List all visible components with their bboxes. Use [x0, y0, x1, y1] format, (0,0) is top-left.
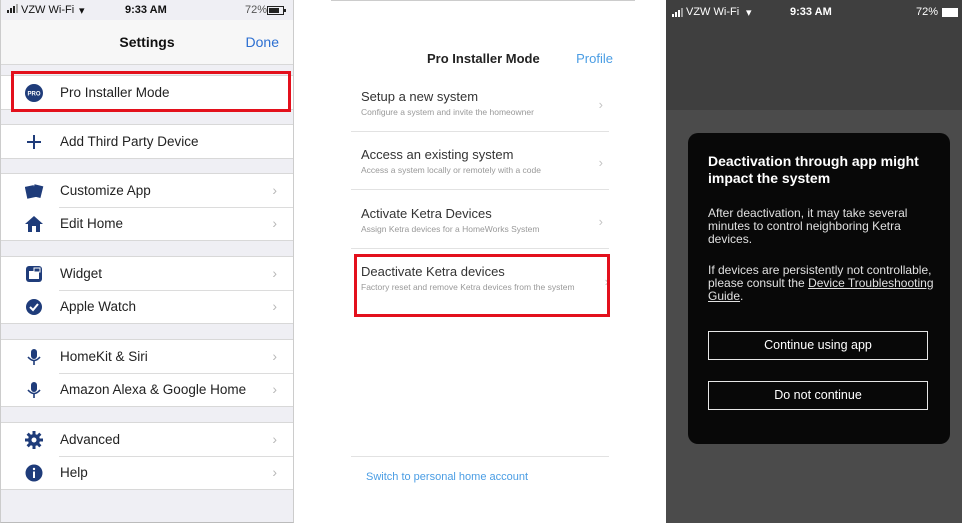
- watch-check-icon: [25, 298, 43, 316]
- pro-installer-screen: Pro Installer Mode Profile Setup a new s…: [331, 0, 635, 523]
- status-time: 9:33 AM: [125, 4, 167, 16]
- chevron-right-icon: ›: [272, 431, 277, 447]
- house-icon: [25, 215, 43, 233]
- carrier-label: VZW Wi-Fi: [686, 6, 740, 18]
- dialog-body-2-suffix: .: [740, 289, 744, 303]
- settings-item-homekit-siri[interactable]: HomeKit & Siri ›: [1, 340, 293, 373]
- group-voice: HomeKit & Siri › Amazon Alexa & Google H…: [1, 339, 293, 407]
- profile-link[interactable]: Profile: [576, 51, 613, 66]
- continue-using-app-button[interactable]: Continue using app: [708, 331, 928, 360]
- nav-bar: Settings Done: [1, 20, 293, 65]
- divider: [351, 131, 609, 132]
- wifi-icon: ▾: [79, 5, 85, 17]
- settings-item-widget[interactable]: Widget ›: [1, 257, 293, 290]
- option-access-system[interactable]: Access an existing system Access a syste…: [361, 147, 609, 176]
- microphone-icon: [25, 381, 43, 399]
- settings-item-label: Advanced: [60, 432, 121, 447]
- option-title: Activate Ketra Devices: [361, 206, 492, 221]
- group-advanced: Advanced › Help ›: [1, 422, 293, 490]
- cards-icon: [24, 182, 44, 200]
- option-subtitle: Access a system locally or remotely with…: [361, 165, 541, 175]
- switch-personal-account-link[interactable]: Switch to personal home account: [366, 471, 528, 483]
- warning-dialog: Deactivation through app might impact th…: [688, 133, 950, 444]
- option-setup-system[interactable]: Setup a new system Configure a system an…: [361, 89, 609, 118]
- done-button[interactable]: Done: [246, 34, 279, 50]
- battery-percent: 72%: [245, 4, 268, 16]
- info-icon: [25, 464, 43, 482]
- battery-icon: [942, 8, 960, 20]
- do-not-continue-button[interactable]: Do not continue: [708, 381, 928, 410]
- chevron-right-icon: ›: [598, 155, 603, 170]
- option-subtitle: Assign Ketra devices for a HomeWorks Sys…: [361, 224, 540, 234]
- highlight-box: [11, 71, 291, 112]
- signal-icon: [672, 8, 686, 20]
- settings-item-edit-home[interactable]: Edit Home ›: [1, 207, 293, 240]
- divider: [351, 248, 609, 249]
- battery-icon: [267, 6, 287, 18]
- chevron-right-icon: ›: [272, 215, 277, 231]
- status-time: 9:33 AM: [790, 6, 832, 18]
- chevron-right-icon: ›: [272, 298, 277, 314]
- settings-item-advanced[interactable]: Advanced ›: [1, 423, 293, 456]
- option-subtitle: Configure a system and invite the homeow…: [361, 107, 534, 117]
- option-title: Setup a new system: [361, 89, 479, 104]
- settings-item-apple-watch[interactable]: Apple Watch ›: [1, 290, 293, 323]
- carrier-label: VZW Wi-Fi: [21, 4, 75, 16]
- wifi-icon: ▾: [746, 7, 752, 19]
- settings-item-alexa-google[interactable]: Amazon Alexa & Google Home ›: [1, 373, 293, 406]
- settings-item-help[interactable]: Help ›: [1, 456, 293, 489]
- chevron-right-icon: ›: [272, 348, 277, 364]
- page-title: Pro Installer Mode: [427, 51, 540, 66]
- settings-item-label: Help: [60, 465, 88, 480]
- status-bar: VZW Wi-Fi ▾ 9:33 AM 72%: [666, 0, 962, 22]
- chevron-right-icon: ›: [598, 214, 603, 229]
- chevron-right-icon: ›: [272, 464, 277, 480]
- option-activate-ketra[interactable]: Activate Ketra Devices Assign Ketra devi…: [361, 206, 609, 235]
- chevron-right-icon: ›: [272, 265, 277, 281]
- chevron-right-icon: ›: [272, 381, 277, 397]
- deactivation-warning-screen: VZW Wi-Fi ▾ 9:33 AM 72% Deactivation thr…: [666, 0, 962, 523]
- plus-icon: [25, 133, 43, 151]
- dialog-body-1: After deactivation, it may take several …: [708, 206, 908, 246]
- signal-icon: [7, 4, 21, 16]
- settings-item-label: HomeKit & Siri: [60, 349, 148, 364]
- settings-item-label: Apple Watch: [60, 299, 137, 314]
- settings-item-label: Widget: [60, 266, 103, 281]
- settings-item-add-third-party[interactable]: Add Third Party Device: [1, 125, 293, 158]
- settings-item-label: Amazon Alexa & Google Home: [60, 382, 247, 397]
- chevron-right-icon: ›: [598, 97, 603, 112]
- dialog-body-2: If devices are persistently not controll…: [708, 264, 936, 303]
- widget-icon: [25, 265, 43, 283]
- microphone-icon: [25, 348, 43, 366]
- settings-item-label: Add Third Party Device: [60, 134, 199, 149]
- battery-percent: 72%: [916, 6, 939, 18]
- group-customize: Customize App › Edit Home ›: [1, 173, 293, 241]
- option-title: Access an existing system: [361, 147, 514, 162]
- settings-item-customize-app[interactable]: Customize App ›: [1, 174, 293, 207]
- settings-screen: VZW Wi-Fi ▾ 9:33 AM 72% Settings Done PR…: [0, 0, 294, 523]
- group-widget: Widget › Apple Watch ›: [1, 256, 293, 324]
- group-third-party: Add Third Party Device: [1, 124, 293, 159]
- settings-item-label: Customize App: [60, 183, 151, 198]
- highlight-box: [354, 254, 610, 317]
- divider: [351, 456, 609, 457]
- settings-item-label: Edit Home: [60, 216, 124, 231]
- chevron-right-icon: ›: [272, 182, 277, 198]
- status-bar: VZW Wi-Fi ▾ 9:33 AM 72%: [1, 0, 293, 20]
- gear-icon: [25, 431, 43, 449]
- dialog-title: Deactivation through app might impact th…: [708, 153, 919, 186]
- divider: [351, 189, 609, 190]
